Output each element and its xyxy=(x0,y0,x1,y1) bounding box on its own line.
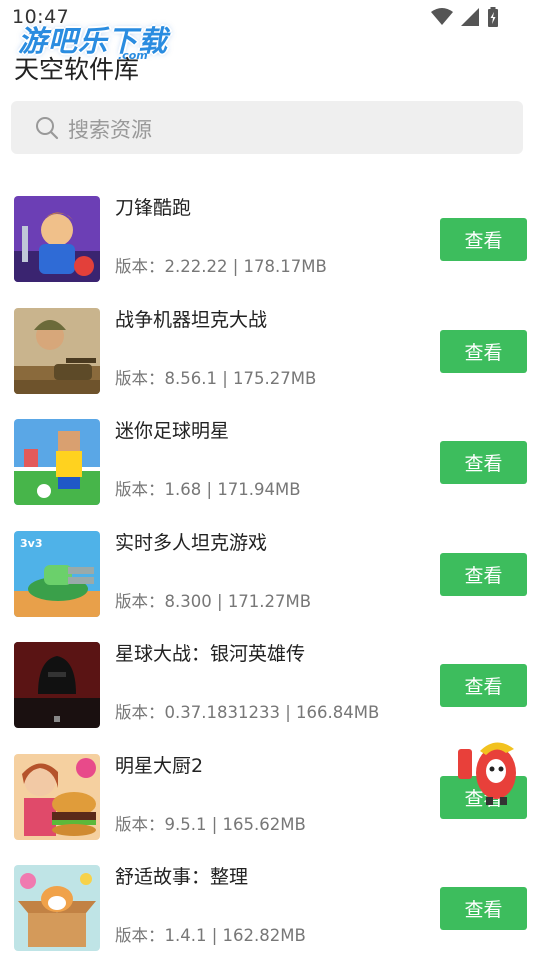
view-button[interactable]: 查看 xyxy=(440,664,527,707)
status-icons xyxy=(431,7,499,27)
soccer-player-icon[interactable] xyxy=(14,419,100,505)
signal-icon xyxy=(461,8,479,26)
app-meta: 版本：2.22.22 | 178.17MB xyxy=(115,257,327,276)
app-meta: 版本：0.37.1831233 | 166.84MB xyxy=(115,703,380,722)
app-name: 明星大厨2 xyxy=(115,754,204,777)
app-meta: 版本：8.300 | 171.27MB xyxy=(115,591,312,611)
app-name: 刀锋酷跑 xyxy=(115,197,192,219)
list-item[interactable]: 星球大战：银河英雄传 版本：0.37.1831233 | 166.84MB 查看 xyxy=(0,629,539,741)
app-name: 星球大战：银河英雄传 xyxy=(115,643,306,665)
search-placeholder: 搜索资源 xyxy=(68,118,152,142)
app-meta: 版本：8.56.1 | 175.27MB xyxy=(115,368,317,388)
view-button[interactable]: 查看 xyxy=(440,329,527,373)
app-meta: 版本：9.5.1 | 165.62MB xyxy=(115,814,306,834)
app-list: 刀锋酷跑 版本：2.22.22 | 178.17MB 查看 战争机器坦克大战 版… xyxy=(0,183,539,958)
app-name: 实时多人坦克游戏 xyxy=(115,531,268,554)
list-item[interactable]: 战争机器坦克大战 版本：8.56.1 | 175.27MB 查看 xyxy=(0,295,539,407)
page-title: 天空软件库 xyxy=(14,55,140,84)
list-item[interactable]: 刀锋酷跑 版本：2.22.22 | 178.17MB 查看 xyxy=(0,183,539,295)
svg-text:3v3: 3v3 xyxy=(20,537,42,550)
search-icon xyxy=(36,117,59,140)
runner-hero-icon[interactable] xyxy=(14,196,100,282)
search-input[interactable]: 搜索资源 xyxy=(11,101,523,154)
battery-icon xyxy=(488,7,498,27)
app-meta: 版本：1.4.1 | 162.82MB xyxy=(115,926,306,945)
view-button[interactable]: 查看 xyxy=(440,441,527,484)
corgi-box-icon[interactable] xyxy=(14,865,100,951)
red-envelope-mascot-icon[interactable] xyxy=(456,735,526,807)
soldier-tank-icon[interactable] xyxy=(14,307,100,394)
view-button[interactable]: 查看 xyxy=(440,218,527,261)
wifi-icon xyxy=(431,8,453,25)
chef-burger-icon[interactable] xyxy=(14,753,100,840)
app-name: 战争机器坦克大战 xyxy=(115,308,268,331)
star-wars-icon[interactable] xyxy=(14,642,100,728)
list-item[interactable]: 迷你足球明星 版本：1.68 | 171.94MB 查看 xyxy=(0,406,539,518)
list-item[interactable]: 3v3 实时多人坦克游戏 版本：8.300 | 171.27MB 查看 xyxy=(0,518,539,630)
view-button[interactable]: 查看 xyxy=(440,552,527,596)
list-item[interactable]: 舒适故事：整理 版本：1.4.1 | 162.82MB 查看 xyxy=(0,852,539,958)
app-name: 舒适故事：整理 xyxy=(115,866,249,888)
tank-3v3-icon[interactable]: 3v3 xyxy=(14,530,100,617)
app-name: 迷你足球明星 xyxy=(115,420,230,442)
app-meta: 版本：1.68 | 171.94MB xyxy=(115,480,301,499)
view-button[interactable]: 查看 xyxy=(440,887,527,930)
